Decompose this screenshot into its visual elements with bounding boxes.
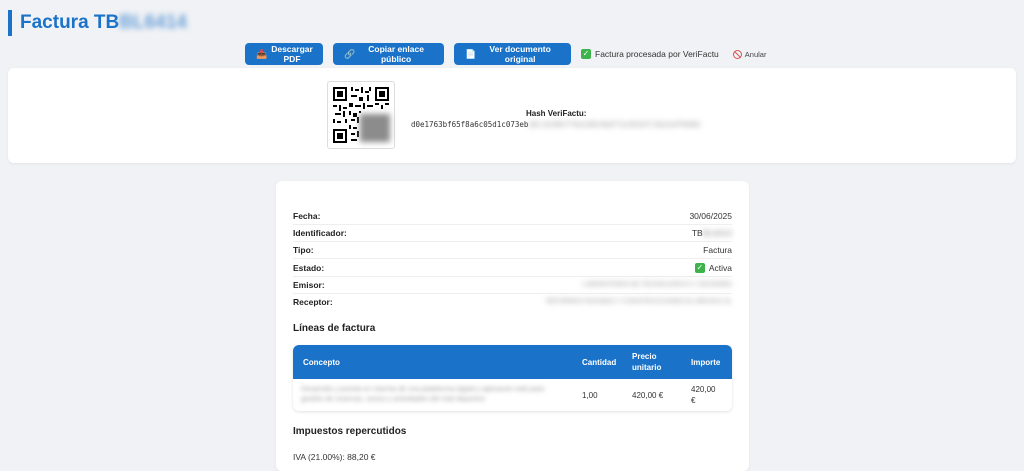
download-pdf-button[interactable]: 📥 Descargar PDF [245, 43, 323, 65]
detail-row-estado: Estado: ✓ Activa [293, 259, 732, 277]
identificador-prefix: TB [691, 227, 703, 238]
receptor-label: Receptor: [293, 296, 333, 307]
detail-row-identificador: Identificador: TB BL6414 [293, 224, 732, 242]
qr-code[interactable] [327, 81, 395, 149]
page-title-text: Factura TB [20, 12, 120, 33]
estado-value-text: Activa [708, 262, 732, 273]
processed-status: ✓ Factura procesada por VeriFactu [581, 49, 719, 59]
hash-value-visible: d0e1763bf65f8a6c05d1c073eb [411, 120, 529, 129]
fecha-label: Fecha: [293, 210, 321, 221]
invoice-lines-title: Líneas de factura [293, 323, 376, 334]
column-header-concepto: Concepto [303, 357, 340, 367]
importe-cell: 420,00 € [691, 385, 716, 405]
invoice-lines-table: Concepto Cantidad Precio unitario Import… [293, 345, 732, 411]
column-header-cantidad: Cantidad [582, 357, 617, 367]
estado-label: Estado: [293, 262, 325, 273]
detail-row-emisor: Emisor: LABORATORIO DE TECNOLOGÍAS S. DI… [293, 276, 732, 294]
identificador-value: TB BL6414 [692, 228, 732, 238]
detail-row-fecha: Fecha: 30/06/2025 [293, 207, 732, 225]
concept-redacted: Desarrollo y puesta en marcha de una pla… [301, 386, 545, 403]
action-toolbar: 📥 Descargar PDF 🔗 Copiar enlace público … [245, 43, 766, 65]
receptor-value: REFORMAS ROSABLE Y CONSTRUCCIONES EL BRU… [546, 298, 732, 305]
identificador-redacted: BL6414 [702, 227, 732, 238]
check-icon: ✓ [581, 49, 591, 59]
precio-cell: 420,00 € [632, 390, 664, 400]
table-header: Concepto Cantidad Precio unitario Import… [293, 345, 732, 379]
active-check-icon: ✓ [694, 262, 705, 273]
page-header: Factura TBBL6414 [8, 10, 187, 36]
iva-line: IVA (21.00%): 88,20 € [293, 452, 376, 462]
verifactu-card [8, 68, 1016, 163]
hash-value: d0e1763bf65f8a6c05d1c073eba9c1b36b7f4e2d… [411, 120, 700, 129]
receptor-redacted: REFORMAS ROSABLE Y CONSTRUCCIONES EL BRU… [546, 298, 732, 305]
detail-row-tipo: Tipo: Factura [293, 241, 732, 259]
qr-code-redacted-area [360, 114, 390, 142]
hash-label: Hash VeriFactu: [526, 109, 587, 118]
tipo-value: Factura [703, 244, 732, 255]
column-header-precio: Precio unitario [632, 352, 662, 372]
taxes-title: Impuestos repercutidos [293, 426, 407, 437]
page-title: Factura TBBL6414 [20, 12, 187, 34]
cantidad-cell: 1,00 [582, 390, 598, 400]
estado-value: ✓ Activa [694, 262, 732, 273]
link-icon: 🔗 [344, 48, 356, 59]
hash-value-redacted: a9c1b36b7f4e2d0c8a6f1e3b5d7c9a2e4f6b8d [528, 120, 700, 129]
column-header-importe: Importe [691, 357, 721, 367]
download-pdf-label: Descargar PDF [271, 44, 313, 64]
annul-button[interactable]: Anular [732, 49, 767, 59]
detail-row-receptor: Receptor: REFORMAS ROSABLE Y CONSTRUCCIO… [293, 293, 732, 310]
tipo-label: Tipo: [293, 244, 314, 255]
copy-public-link-label: Copiar enlace público [368, 44, 424, 64]
annul-label: Anular [744, 49, 767, 59]
download-icon: 📥 [256, 48, 268, 59]
processed-status-label: Factura procesada por VeriFactu [595, 49, 719, 59]
prohibited-icon [732, 49, 742, 59]
emisor-label: Emisor: [293, 279, 325, 290]
identificador-label: Identificador: [293, 227, 347, 238]
emisor-redacted: LABORATORIO DE TECNOLOGÍAS S. DIGANNES [582, 281, 732, 288]
document-icon: 📄 [465, 48, 477, 59]
view-original-document-button[interactable]: 📄 Ver documento original [454, 43, 571, 65]
view-original-document-label: Ver documento original [489, 44, 551, 64]
table-row: Desarrollo y puesta en marcha de una pla… [293, 379, 732, 411]
emisor-value: LABORATORIO DE TECNOLOGÍAS S. DIGANNES [582, 281, 732, 288]
page-title-redacted: BL6414 [119, 12, 187, 33]
fecha-value: 30/06/2025 [689, 210, 732, 221]
concept-cell: Desarrollo y puesta en marcha de una pla… [301, 379, 551, 411]
copy-public-link-button[interactable]: 🔗 Copiar enlace público [333, 43, 444, 65]
